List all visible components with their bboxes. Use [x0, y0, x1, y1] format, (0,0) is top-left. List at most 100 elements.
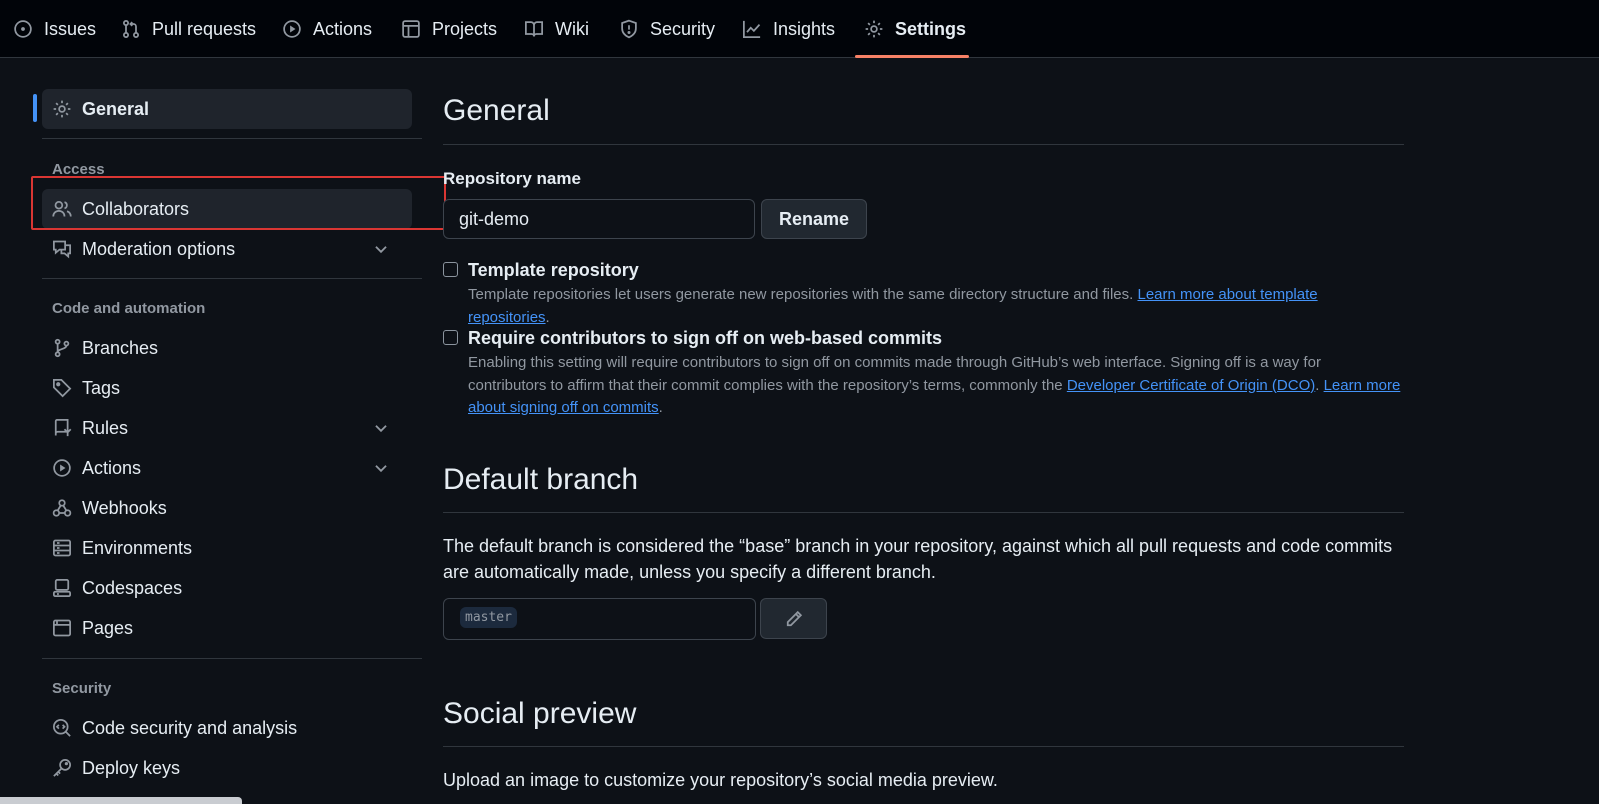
- dco-link[interactable]: Developer Certificate of Origin (DCO): [1067, 377, 1315, 394]
- sidebar-item-general[interactable]: General: [42, 89, 412, 129]
- active-item-indicator: [33, 94, 37, 122]
- branch-name-chip: master: [460, 607, 517, 628]
- tab-insights[interactable]: Insights: [742, 0, 835, 58]
- sidebar-item-label: Rules: [82, 417, 129, 438]
- server-icon: [52, 538, 72, 558]
- tab-label: Security: [650, 18, 716, 39]
- default-branch-description: The default branch is considered the “ba…: [443, 536, 1393, 582]
- sidebar-item-code-security[interactable]: Code security and analysis: [42, 708, 412, 748]
- signoff-description: Enabling this setting will require contr…: [468, 352, 1403, 420]
- sidebar-heading-code-automation: Code and automation: [52, 300, 206, 317]
- sidebar-item-pages[interactable]: Pages: [42, 608, 412, 648]
- chevron-down-icon[interactable]: [372, 240, 390, 258]
- edit-default-branch-button[interactable]: [760, 598, 827, 639]
- default-branch-field: master: [443, 598, 756, 640]
- sidebar-item-label: Codespaces: [82, 577, 183, 598]
- sidebar-item-rules[interactable]: Rules: [42, 408, 412, 448]
- browser-icon: [52, 618, 72, 638]
- highlight-annotation-box: [31, 176, 446, 230]
- play-icon: [282, 19, 302, 39]
- tab-label: Issues: [44, 18, 97, 39]
- template-repository-checkbox[interactable]: [443, 262, 458, 277]
- sidebar-item-label: Webhooks: [82, 497, 167, 518]
- tab-security[interactable]: Security: [619, 0, 715, 58]
- tab-wiki[interactable]: Wiki: [524, 0, 589, 58]
- section-divider: [443, 512, 1404, 513]
- tab-label: Projects: [432, 18, 498, 39]
- sidebar-item-environments[interactable]: Environments: [42, 528, 412, 568]
- pencil-icon: [784, 609, 804, 629]
- rename-button[interactable]: Rename: [761, 199, 867, 239]
- tab-label: Pull requests: [152, 18, 257, 39]
- settings-sidebar: General Access Collaborators Moderation …: [0, 58, 430, 804]
- tab-label: Wiki: [555, 18, 589, 39]
- default-branch-heading: Default branch: [443, 463, 639, 496]
- tab-issues[interactable]: Issues: [13, 0, 96, 58]
- gear-icon: [52, 99, 72, 119]
- sidebar-divider: [42, 278, 422, 279]
- key-icon: [52, 758, 72, 778]
- comment-discussion-icon: [52, 239, 72, 259]
- tag-icon: [52, 378, 72, 398]
- sidebar-item-branches[interactable]: Branches: [42, 328, 412, 368]
- tab-label: Insights: [773, 18, 836, 39]
- sidebar-item-label: Tags: [82, 377, 121, 398]
- tab-label: Actions: [313, 18, 373, 39]
- sidebar-item-label: Branches: [82, 337, 159, 358]
- sidebar-item-label: Code security and analysis: [82, 717, 298, 738]
- tab-pull-requests[interactable]: Pull requests: [121, 0, 256, 58]
- repo-nav: Issues Pull requests Actions Projects Wi…: [0, 0, 1599, 58]
- gear-icon: [864, 19, 884, 39]
- sidebar-item-tags[interactable]: Tags: [42, 368, 412, 408]
- issue-opened-icon: [13, 19, 33, 39]
- tab-projects[interactable]: Projects: [401, 0, 497, 58]
- sidebar-item-label: Actions: [82, 457, 142, 478]
- sidebar-item-webhooks[interactable]: Webhooks: [42, 488, 412, 528]
- sidebar-item-label: General: [82, 98, 150, 119]
- repo-push-icon: [52, 418, 72, 438]
- chevron-down-icon[interactable]: [372, 419, 390, 437]
- tab-settings[interactable]: Settings: [864, 0, 966, 58]
- git-pull-request-icon: [121, 19, 141, 39]
- sidebar-item-label: Deploy keys: [82, 757, 181, 778]
- sidebar-divider: [42, 658, 422, 659]
- sidebar-item-label: Pages: [82, 617, 134, 638]
- active-tab-indicator: [855, 55, 969, 58]
- page-title: General: [443, 94, 550, 127]
- horizontal-scrollbar[interactable]: [0, 797, 242, 804]
- template-desc-text: Template repositories let users generate…: [468, 286, 1134, 303]
- repository-name-label: Repository name: [443, 169, 581, 188]
- graph-icon: [742, 19, 762, 39]
- tab-label: Settings: [895, 18, 967, 39]
- template-repository-description: Template repositories let users generate…: [468, 284, 1403, 329]
- period: .: [545, 308, 550, 326]
- template-repository-title: Template repository: [468, 260, 639, 280]
- repository-name-input[interactable]: [443, 199, 755, 239]
- webhook-icon: [52, 498, 72, 518]
- play-icon: [52, 458, 72, 478]
- sidebar-item-actions[interactable]: Actions: [42, 448, 412, 488]
- codescan-icon: [52, 718, 72, 738]
- codespaces-icon: [52, 578, 72, 598]
- sidebar-heading-security: Security: [52, 680, 112, 697]
- signoff-title: Require contributors to sign off on web-…: [468, 328, 943, 348]
- social-preview-heading: Social preview: [443, 697, 637, 730]
- section-divider: [443, 746, 1404, 747]
- book-icon: [524, 19, 544, 39]
- sidebar-item-moderation-options[interactable]: Moderation options: [42, 229, 412, 269]
- sidebar-item-deploy-keys[interactable]: Deploy keys: [42, 748, 412, 788]
- git-branch-icon: [52, 338, 72, 358]
- signoff-checkbox[interactable]: [443, 330, 458, 345]
- period: .: [658, 399, 663, 416]
- sidebar-item-label: Moderation options: [82, 238, 236, 259]
- section-divider: [443, 144, 1404, 145]
- sidebar-item-label: Environments: [82, 537, 193, 558]
- social-preview-description: Upload an image to customize your reposi…: [443, 770, 998, 790]
- table-icon: [401, 19, 421, 39]
- chevron-down-icon[interactable]: [372, 459, 390, 477]
- sidebar-divider: [42, 138, 422, 139]
- sidebar-item-codespaces[interactable]: Codespaces: [42, 568, 412, 608]
- tab-actions[interactable]: Actions: [282, 0, 372, 58]
- period: .: [1315, 376, 1320, 394]
- shield-icon: [619, 19, 639, 39]
